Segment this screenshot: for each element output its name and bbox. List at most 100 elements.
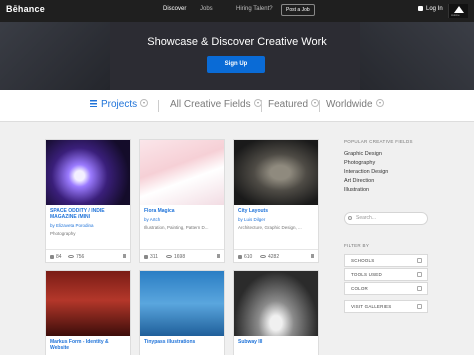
thumbs-up-icon <box>238 254 242 259</box>
filter-projects-label: Projects <box>101 99 138 110</box>
adobe-label: Adobe <box>451 13 460 17</box>
hero-background-right <box>360 22 474 90</box>
popular-fields-heading: POPULAR CREATIVE FIELDS <box>344 139 413 144</box>
project-card[interactable]: Markus Form - Identity & Website <box>45 270 131 355</box>
popular-field-link[interactable]: Illustration <box>344 187 369 193</box>
project-stats: 84 756 <box>46 249 130 262</box>
chevron-down-icon <box>375 99 384 107</box>
project-title[interactable]: SPACE ODDITY / INDIE MAGAZINE /MINI <box>46 205 130 220</box>
nav-jobs[interactable]: Jobs <box>200 6 213 12</box>
nav-hiring-talent[interactable]: Hiring Talent? <box>236 6 273 12</box>
project-author: by Elizaveta Porodina <box>46 220 130 228</box>
login-label: Log In <box>426 6 443 12</box>
author-link[interactable]: Luis Dilger <box>244 217 265 222</box>
sign-up-button[interactable]: Sign Up <box>207 56 265 73</box>
project-author: by Artch <box>140 214 224 222</box>
popular-field-link[interactable]: Art Direction <box>344 178 374 184</box>
chevron-down-icon <box>140 99 149 107</box>
project-thumbnail[interactable] <box>234 140 318 205</box>
tools-icon <box>417 272 422 277</box>
project-card[interactable]: Tinypass illustrations <box>139 270 225 355</box>
by-label: by <box>144 217 149 222</box>
gallery-icon <box>417 304 422 309</box>
views-value: 4282 <box>268 254 280 260</box>
project-title[interactable]: Tinypass illustrations <box>140 336 224 345</box>
trash-icon[interactable] <box>217 254 220 258</box>
by-label: by <box>50 223 55 228</box>
nav-discover[interactable]: Discover <box>163 6 186 12</box>
project-thumbnail[interactable] <box>46 140 130 205</box>
trash-icon[interactable] <box>311 254 314 258</box>
likes-value: 311 <box>150 254 158 260</box>
filter-worldwide-label: Worldwide <box>326 99 373 110</box>
filter-featured[interactable]: Featured <box>268 99 320 110</box>
filter-bar: Projects All Creative Fields Featured Wo… <box>0 90 474 122</box>
color-icon <box>417 286 422 291</box>
filter-worldwide[interactable]: Worldwide <box>326 99 384 110</box>
filter-tools-button[interactable]: TOOLS USED <box>344 268 428 281</box>
lock-icon <box>418 6 423 11</box>
appreciations-count: 311 <box>144 254 158 260</box>
filter-creative-fields[interactable]: All Creative Fields <box>170 99 262 110</box>
likes-value: 610 <box>244 254 253 260</box>
chevron-down-icon <box>311 99 320 107</box>
divider <box>261 100 262 112</box>
project-thumbnail[interactable] <box>46 271 130 336</box>
trash-icon[interactable] <box>123 254 126 258</box>
project-fields: Architecture, Graphic Design, ... <box>238 225 302 230</box>
project-fields: Photography <box>50 231 76 236</box>
hero-background-left <box>0 22 110 90</box>
divider <box>158 100 159 112</box>
login-link[interactable]: Log In <box>418 6 443 12</box>
hero-title: Showcase & Discover Creative Work <box>147 36 327 48</box>
adobe-link[interactable]: Adobe <box>448 4 468 18</box>
views-count: 4282 <box>260 254 279 260</box>
views-count: 1698 <box>166 254 185 260</box>
post-a-job-button[interactable]: Post a Job <box>281 4 315 16</box>
divider <box>319 100 320 112</box>
search-input[interactable]: Search... <box>344 212 428 225</box>
project-title[interactable]: Markus Form - Identity & Website <box>46 336 130 351</box>
appreciations-count: 610 <box>238 254 252 260</box>
filter-color-button[interactable]: COLOR <box>344 282 428 295</box>
project-title[interactable]: Flora Magica <box>140 205 224 214</box>
views-value: 756 <box>76 254 85 260</box>
thumbs-up-icon <box>144 254 148 259</box>
filter-color-label: COLOR <box>351 286 369 291</box>
search-icon <box>348 216 352 220</box>
appreciations-count: 84 <box>50 254 62 260</box>
popular-field-link[interactable]: Graphic Design <box>344 151 382 157</box>
eye-icon <box>260 254 266 258</box>
project-thumbnail[interactable] <box>234 271 318 336</box>
behance-logo[interactable]: Bēhance <box>6 4 45 14</box>
filter-creative-fields-label: All Creative Fields <box>170 99 251 110</box>
likes-value: 84 <box>56 254 62 260</box>
views-value: 1698 <box>174 254 186 260</box>
filter-featured-label: Featured <box>268 99 309 110</box>
eye-icon <box>166 254 172 258</box>
hero-banner: Showcase & Discover Creative Work Sign U… <box>0 22 474 90</box>
project-card[interactable]: Subway III <box>233 270 319 355</box>
project-title[interactable]: City Layouts <box>234 205 318 214</box>
by-label: by <box>238 217 243 222</box>
project-card[interactable]: City Layouts by Luis Dilger Architecture… <box>233 139 319 263</box>
filter-projects[interactable]: Projects <box>90 99 149 110</box>
project-card[interactable]: SPACE ODDITY / INDIE MAGAZINE /MINI by E… <box>45 139 131 263</box>
popular-field-link[interactable]: Interaction Design <box>344 169 388 175</box>
adobe-icon <box>454 6 464 13</box>
author-link[interactable]: Elizaveta Porodina <box>56 223 94 228</box>
popular-field-link[interactable]: Photography <box>344 160 375 166</box>
visit-galleries-button[interactable]: VISIT GALLERIES <box>344 300 428 313</box>
eye-icon <box>68 254 74 258</box>
filter-schools-button[interactable]: SCHOOLS <box>344 254 428 267</box>
author-link[interactable]: Artch <box>150 217 161 222</box>
project-stats: 610 4282 <box>234 249 318 262</box>
project-title[interactable]: Subway III <box>234 336 318 345</box>
project-thumbnail[interactable] <box>140 140 224 205</box>
views-count: 756 <box>68 254 84 260</box>
top-navbar: Bēhance Discover Jobs Hiring Talent? Pos… <box>0 0 474 22</box>
project-card[interactable]: Flora Magica by Artch Illustration, Pain… <box>139 139 225 263</box>
search-placeholder: Search... <box>356 215 377 221</box>
project-stats: 311 1698 <box>140 249 224 262</box>
project-thumbnail[interactable] <box>140 271 224 336</box>
